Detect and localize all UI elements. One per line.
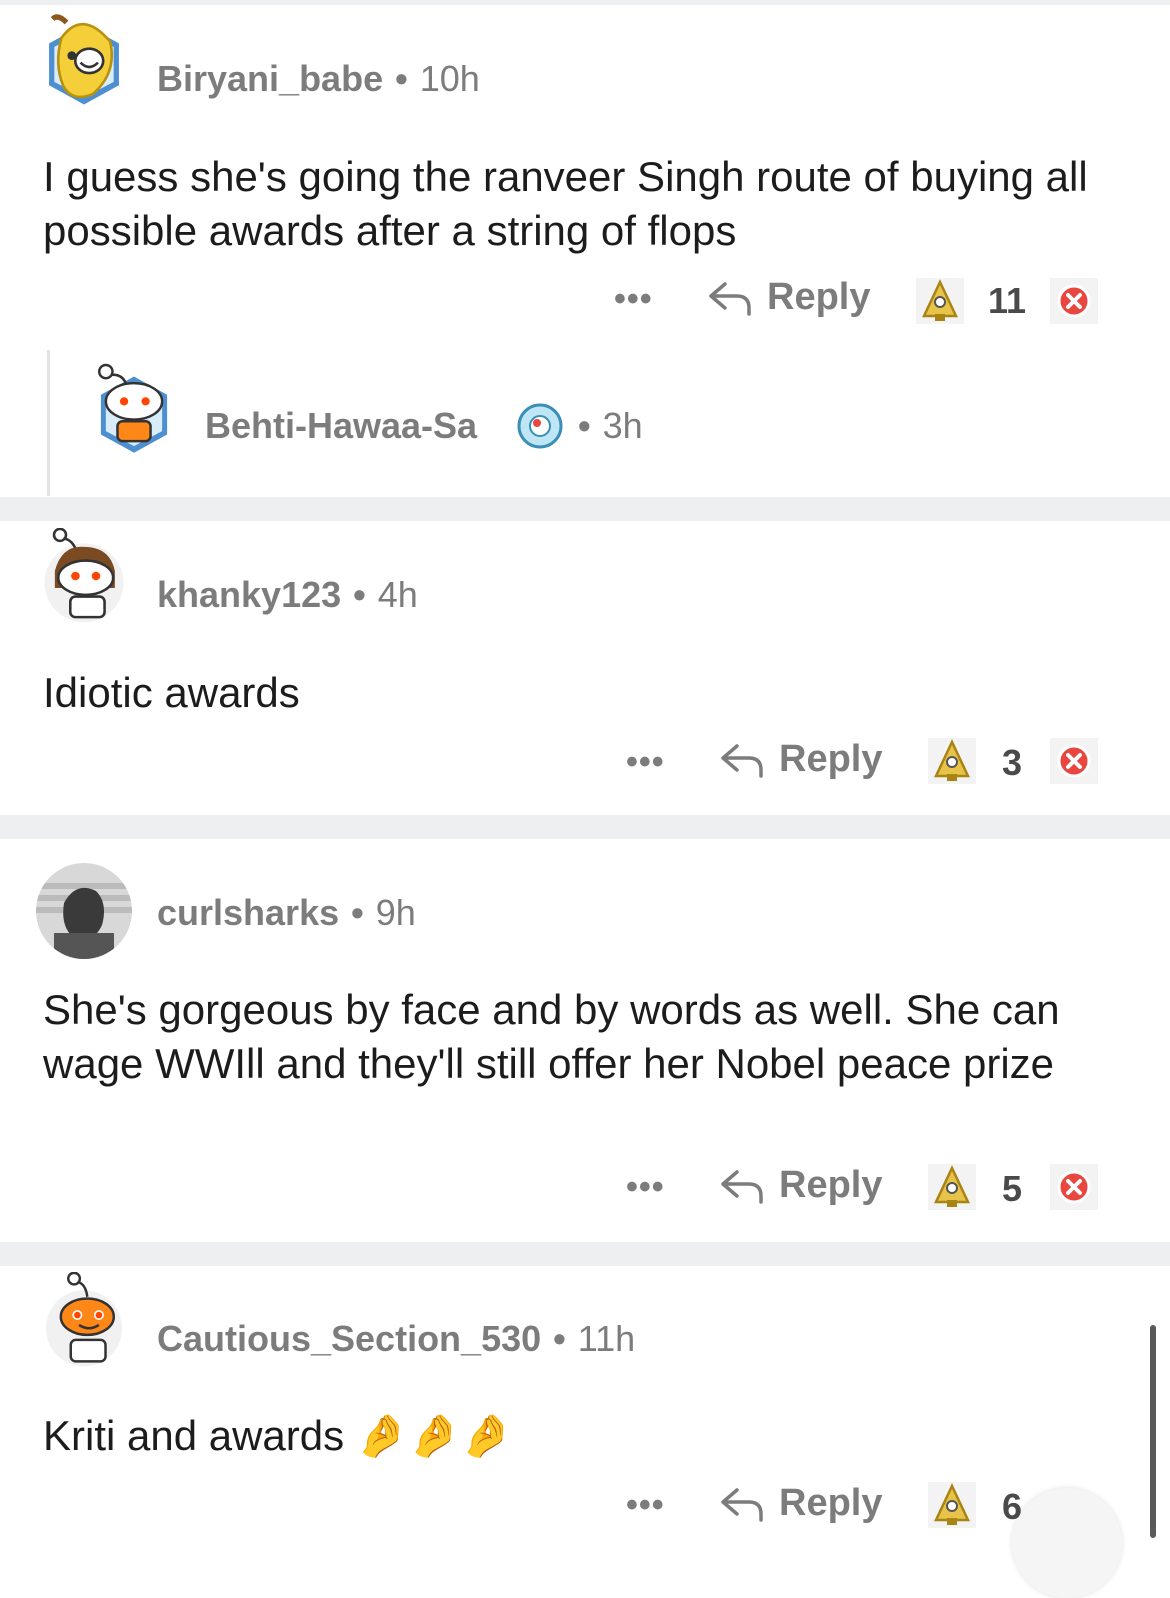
avatar-snoo-icon[interactable] [36,528,132,624]
upvote-icon[interactable] [916,278,964,324]
reply-button[interactable]: Reply [707,276,870,319]
comment-body: She's gorgeous by face and by words as w… [43,986,1060,1087]
timestamp: 9h [375,892,416,933]
reply-button[interactable]: Reply [719,1482,882,1525]
more-options-button[interactable]: ••• [626,743,665,782]
upvote-icon[interactable] [928,738,976,784]
reply-label: Reply [779,1482,883,1524]
upvote-icon[interactable] [928,1164,976,1210]
comment-body: I guess she's going the ranveer Singh ro… [43,153,1088,254]
top-divider [0,0,1170,5]
separator-dot: • [553,1318,566,1359]
comment-divider [0,1242,1170,1266]
comment-body: Idiotic awards [43,669,300,716]
avatar-banana-icon[interactable] [36,12,132,108]
reply-arrow-icon [721,743,763,778]
comment-text: Kriti and awards [43,1412,345,1459]
upvote-icon[interactable] [928,1482,976,1528]
comment-divider [0,497,1170,521]
comment-divider [0,815,1170,839]
separator-dot: • [395,58,408,99]
reply-arrow-icon [721,1487,763,1522]
pinched-fingers-emoji: 🤌🤌🤌 [355,1412,513,1459]
username[interactable]: curlsharks [157,892,339,933]
more-options-button[interactable]: ••• [626,1168,665,1207]
username[interactable]: Cautious_Section_530 [157,1318,541,1359]
floating-overlay-button[interactable] [1012,1488,1122,1598]
username-line: khanky123 • 4h [157,574,418,616]
username-line: Behti-Hawaa-Sa [205,405,477,447]
avatar-snoo-icon[interactable] [86,360,182,456]
thread-line[interactable] [47,350,50,496]
separator-dot: • [578,405,591,446]
vote-score: 3 [1002,742,1023,783]
downvote-icon[interactable] [1050,1164,1098,1210]
timestamp: 3h [602,405,643,446]
reply-button[interactable]: Reply [719,738,882,781]
scrollbar[interactable] [1150,1325,1156,1538]
username-line: Biryani_babe • 10h [157,58,480,100]
username-line: curlsharks • 9h [157,892,416,934]
downvote-icon[interactable] [1050,738,1098,784]
username[interactable]: Behti-Hawaa-Sa [205,405,477,446]
reply-label: Reply [767,276,871,318]
avatar-photo[interactable] [36,863,132,959]
reply-label: Reply [779,738,883,780]
comment-body: Kriti and awards 🤌🤌🤌 [43,1409,1123,1463]
avatar-snoo-icon[interactable] [36,1272,132,1368]
reply-label: Reply [779,1164,883,1206]
timestamp: 4h [377,574,418,615]
reply-arrow-icon [709,281,751,316]
separator-dot: • [351,892,364,933]
reply-button[interactable]: Reply [719,1164,882,1207]
separator-dot: • [353,574,366,615]
username[interactable]: khanky123 [157,574,341,615]
reply-arrow-icon [721,1169,763,1204]
vote-score: 11 [988,280,1027,321]
more-options-button[interactable]: ••• [626,1486,665,1525]
vote-score: 5 [1002,1168,1023,1209]
username-line: Cautious_Section_530 • 11h [157,1318,635,1360]
meta-line: • 3h [566,405,643,447]
timestamp: 10h [419,58,480,99]
user-flair-icon [517,403,563,449]
username[interactable]: Biryani_babe [157,58,383,99]
timestamp: 11h [577,1318,636,1359]
downvote-icon[interactable] [1050,278,1098,324]
more-options-button[interactable]: ••• [614,280,653,319]
